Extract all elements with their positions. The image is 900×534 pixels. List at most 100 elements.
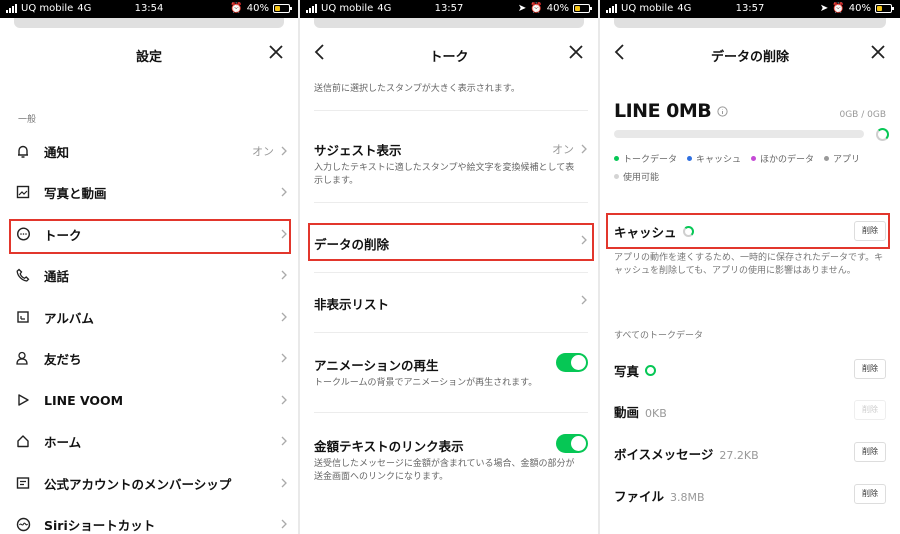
- data-row-name: 動画: [614, 405, 640, 420]
- legend-dot-icon: [824, 156, 830, 161]
- storage-usage-bar: [614, 130, 864, 138]
- data-row-name: 写真: [614, 364, 640, 379]
- hidden-list-chevron[interactable]: [580, 295, 588, 305]
- suggest-title: サジェスト表示: [314, 143, 402, 158]
- storage-legend: トークデータ キャッシュ ほかのデータ アプリ: [614, 152, 894, 165]
- files-delete-button[interactable]: 削除: [854, 484, 886, 504]
- membership-icon: [14, 474, 32, 492]
- settings-item-label: 通知: [44, 144, 70, 160]
- settings-item-album[interactable]: アルバム: [14, 300, 288, 334]
- settings-item-home[interactable]: ホーム: [14, 424, 288, 458]
- phone-icon: [14, 266, 32, 284]
- settings-item-photos-videos[interactable]: 写真と動画: [14, 175, 288, 209]
- animation-desc: トークルームの背景でアニメーションが再生されます。: [314, 378, 538, 388]
- settings-item-calls[interactable]: 通話: [14, 258, 288, 292]
- close-icon[interactable]: [566, 42, 586, 62]
- settings-item-label: 友だち: [44, 351, 82, 367]
- settings-item-label: LINE VOOM: [44, 392, 124, 408]
- battery-icon: [875, 4, 894, 13]
- sheet-handle: [14, 18, 284, 28]
- hidden-list-title[interactable]: 非表示リスト: [314, 294, 389, 313]
- settings-item-label: 公式アカウントのメンバーシップ: [44, 476, 232, 492]
- chevron-right-icon: [281, 519, 287, 529]
- close-icon[interactable]: [266, 42, 286, 62]
- page-title: データの削除: [710, 50, 789, 65]
- chevron-right-icon: [281, 187, 287, 197]
- amount-link-title: 金額テキストのリンク表示: [314, 439, 464, 454]
- separator: [314, 202, 588, 203]
- legend-item: アプリ: [824, 152, 860, 165]
- data-row-videos: 動画 0KB: [614, 402, 667, 421]
- chevron-right-icon: [281, 146, 287, 156]
- legend-item: 使用可能: [614, 170, 659, 183]
- data-row-files: ファイル 3.8MB: [614, 486, 705, 505]
- page-title: 設定: [135, 50, 162, 65]
- legend-item: キャッシュ: [687, 152, 741, 165]
- data-row-size: 27.2KB: [719, 449, 759, 462]
- storage-capacity: 0GB / 0GB: [839, 110, 886, 120]
- battery-icon: [573, 4, 592, 13]
- status-bar: UQ mobile 4G 13:57 ➤ ⏰ 40%: [300, 0, 598, 18]
- amount-link-desc: 送受信したメッセージに金額が含まれている場合、金額の部分が送金画面へのリンクにな…: [314, 459, 575, 482]
- suggest-desc: 入力したテキストに適したスタンプや絵文字を変換候補として表示します。: [314, 163, 575, 186]
- settings-item-label: Siriショートカット: [44, 517, 156, 533]
- photos-delete-button[interactable]: 削除: [854, 359, 886, 379]
- settings-item-notifications[interactable]: 通知 オン: [14, 134, 288, 168]
- settings-screen: UQ mobile 4G 13:54 ⏰ 40% 設定 一般 通知 オン 写真と…: [0, 0, 298, 534]
- animation-title: アニメーションの再生: [314, 358, 439, 373]
- close-icon[interactable]: [868, 42, 888, 62]
- legend-dot-icon: [614, 156, 619, 161]
- settings-item-label: アルバム: [44, 310, 94, 326]
- loading-spinner-icon: [645, 365, 657, 376]
- videos-delete-button[interactable]: 削除: [854, 400, 886, 420]
- data-row-voice-messages: ボイスメッセージ 27.2KB: [614, 444, 759, 463]
- voom-icon: [14, 391, 32, 409]
- section-label-all-talk-data: すべてのトークデータ: [614, 331, 704, 341]
- battery-label: 40%: [848, 3, 871, 14]
- settings-item-siri[interactable]: Siriショートカット: [14, 507, 288, 534]
- legend-dot-icon: [687, 156, 693, 161]
- battery-level: [275, 6, 281, 11]
- settings-item-label: ホーム: [44, 434, 82, 450]
- sheet-handle: [314, 18, 584, 28]
- status-bar: UQ mobile 4G 13:57 ➤ ⏰ 40%: [600, 0, 900, 18]
- separator: [314, 272, 588, 273]
- status-bar: UQ mobile 4G 13:54 ⏰ 40%: [0, 0, 298, 18]
- data-row-size: 0KB: [645, 407, 667, 420]
- alarm-icon: ⏰: [230, 3, 243, 14]
- section-label-general: 一般: [18, 115, 37, 125]
- info-icon[interactable]: [717, 105, 728, 117]
- suggest-row-value[interactable]: オン: [552, 141, 588, 157]
- data-row-name: ファイル: [614, 489, 665, 504]
- settings-item-label: 通話: [44, 268, 70, 284]
- friends-icon: [14, 349, 32, 367]
- chevron-right-icon: [581, 295, 587, 305]
- chevron-right-icon: [281, 478, 287, 488]
- header: 設定: [0, 32, 298, 76]
- chevron-right-icon: [281, 312, 287, 322]
- amount-link-toggle[interactable]: [556, 434, 588, 453]
- chevron-right-icon: [281, 270, 287, 280]
- chevron-right-icon: [281, 395, 287, 405]
- settings-item-line-voom[interactable]: LINE VOOM: [14, 383, 288, 417]
- bell-icon: [14, 142, 32, 160]
- location-icon: ➤: [819, 3, 829, 14]
- settings-item-friends[interactable]: 友だち: [14, 341, 288, 375]
- data-row-size: 3.8MB: [670, 491, 705, 504]
- legend-item: ほかのデータ: [751, 152, 814, 165]
- storage-title: LINE 0MB: [614, 100, 728, 122]
- separator: [314, 110, 588, 111]
- settings-item-membership[interactable]: 公式アカウントのメンバーシップ: [14, 466, 288, 500]
- delete-data-screen: UQ mobile 4G 13:57 ➤ ⏰ 40% データの削除 LINE 0…: [600, 0, 900, 534]
- battery-level: [877, 6, 883, 11]
- animation-toggle[interactable]: [556, 353, 588, 372]
- voice-delete-button[interactable]: 削除: [854, 442, 886, 462]
- data-row-photos: 写真: [614, 361, 657, 380]
- cache-desc: アプリの動作を速くするため、一時的に保存されたデータです。キャッシュを削除しても…: [614, 253, 884, 276]
- header: データの削除: [600, 32, 900, 76]
- settings-item-label: 写真と動画: [44, 185, 107, 201]
- large-sticker-desc: 送信前に選択したスタンプが大きく表示されます。: [314, 84, 520, 94]
- alarm-icon: ⏰: [832, 3, 845, 14]
- photo-icon: [14, 183, 32, 201]
- talk-settings-screen: UQ mobile 4G 13:57 ➤ ⏰ 40% トーク 送信前に選択したス…: [300, 0, 598, 534]
